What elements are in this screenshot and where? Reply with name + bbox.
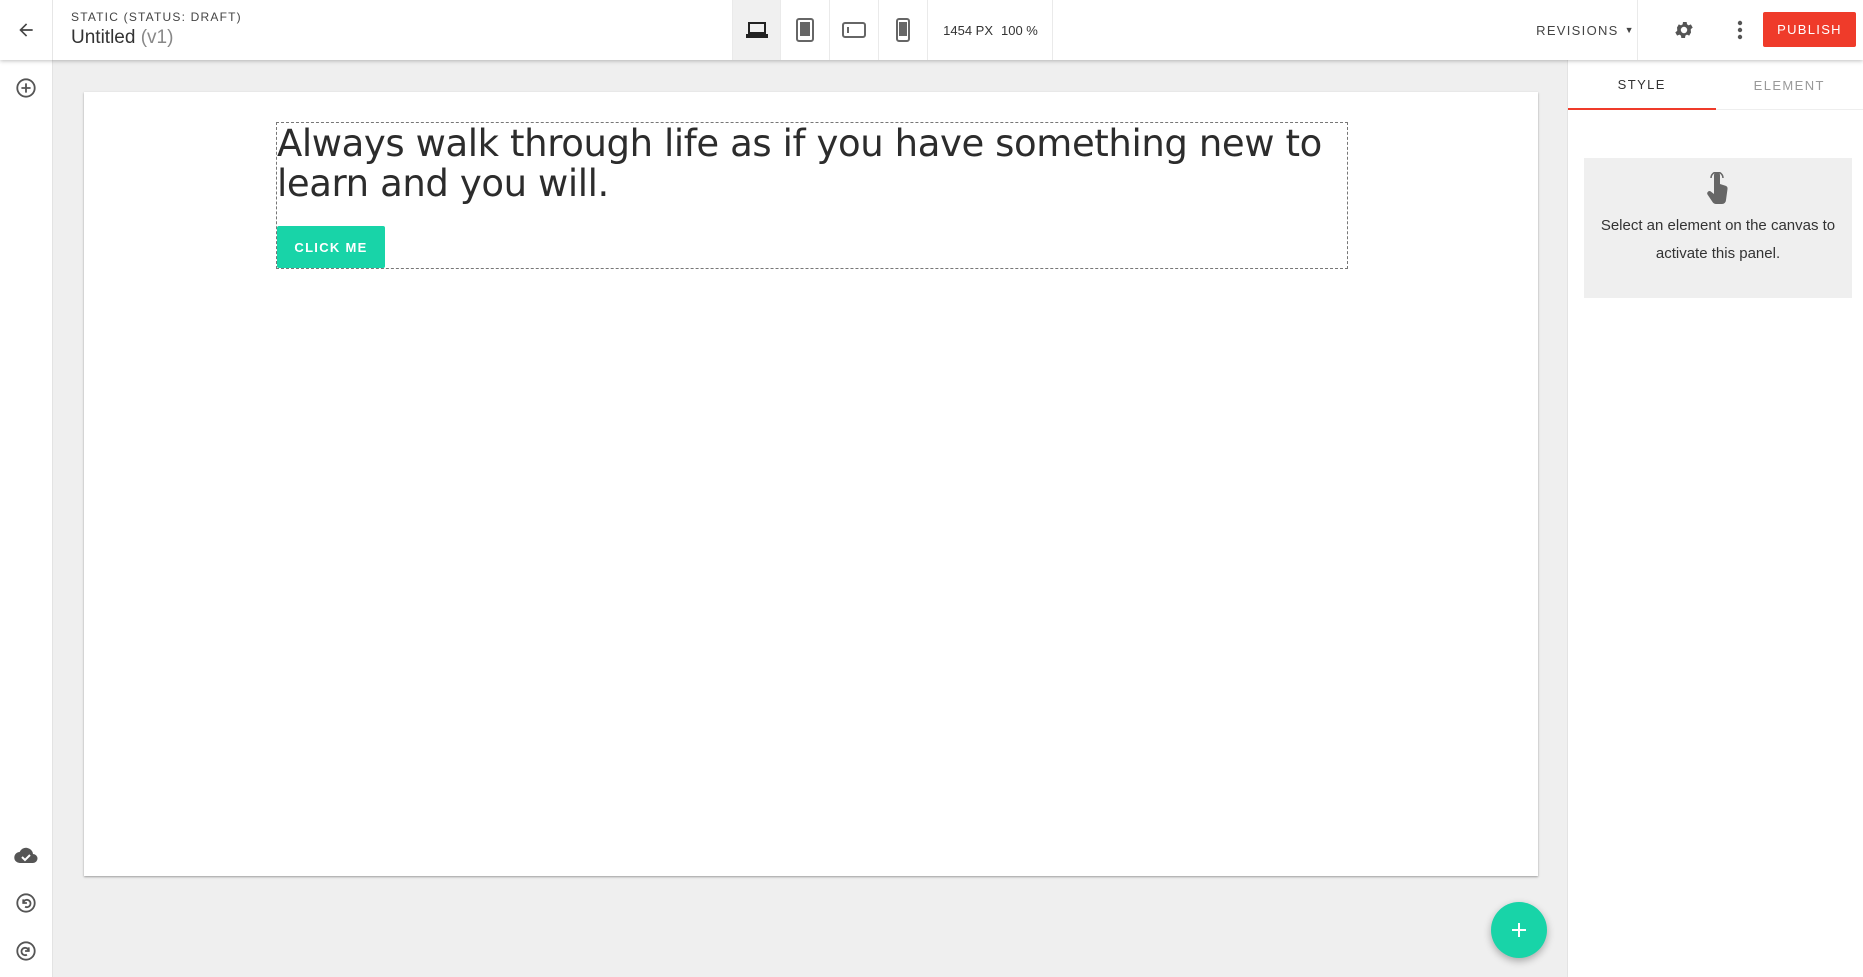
tab-element[interactable]: ELEMENT bbox=[1716, 60, 1863, 110]
device-phone-button[interactable] bbox=[879, 0, 928, 60]
version-text: (v1) bbox=[140, 27, 174, 48]
empty-state-message: Select an element on the canvas to activ… bbox=[1600, 217, 1836, 262]
gear-icon bbox=[1675, 22, 1693, 38]
top-toolbar: STATIC (STATUS: DRAFT) Untitled (v1) 145… bbox=[0, 0, 1863, 60]
more-options-button[interactable] bbox=[1726, 16, 1754, 44]
page-title[interactable]: Untitled (v1) bbox=[71, 27, 242, 49]
status-label: STATIC (STATUS: DRAFT) bbox=[71, 10, 242, 24]
device-switcher bbox=[732, 0, 928, 60]
add-block-button[interactable] bbox=[12, 74, 40, 102]
phone-icon bbox=[896, 18, 910, 42]
device-laptop-button[interactable] bbox=[732, 0, 781, 60]
settings-button[interactable] bbox=[1670, 16, 1698, 44]
empty-state-card: Select an element on the canvas to activ… bbox=[1584, 158, 1852, 298]
panel-tabs: STYLE ELEMENT bbox=[1568, 60, 1863, 110]
arrow-left-icon bbox=[19, 23, 33, 37]
revisions-label: REVISIONS bbox=[1536, 22, 1619, 38]
title-text: Untitled bbox=[71, 27, 136, 48]
revisions-dropdown[interactable]: REVISIONS ▼ bbox=[1534, 0, 1638, 60]
touch-hand-icon bbox=[1584, 172, 1852, 206]
caret-down-icon: ▼ bbox=[1624, 25, 1635, 35]
device-tablet-landscape-button[interactable] bbox=[830, 0, 879, 60]
plus-icon bbox=[1512, 923, 1526, 937]
width-readout: 1454 PX bbox=[943, 22, 993, 38]
add-circle-icon bbox=[16, 78, 36, 98]
properties-panel: STYLE ELEMENT Select an element on the c… bbox=[1567, 60, 1863, 977]
device-tablet-button[interactable] bbox=[781, 0, 830, 60]
undo-button[interactable] bbox=[12, 889, 40, 917]
laptop-icon bbox=[745, 22, 768, 38]
tablet-icon bbox=[796, 18, 814, 42]
more-vertical-icon bbox=[1737, 20, 1743, 40]
publish-button[interactable]: PUBLISH bbox=[1763, 12, 1856, 47]
cloud-saved-indicator bbox=[12, 842, 40, 870]
tab-style[interactable]: STYLE bbox=[1568, 60, 1716, 110]
add-element-fab[interactable] bbox=[1491, 902, 1547, 958]
tablet-landscape-icon bbox=[842, 22, 866, 38]
undo-icon bbox=[16, 893, 36, 913]
cloud-check-icon bbox=[14, 847, 38, 864]
hero-block[interactable]: Always walk through life as if you have … bbox=[276, 122, 1348, 269]
document-title-block: STATIC (STATUS: DRAFT) Untitled (v1) bbox=[71, 10, 242, 49]
click-me-button[interactable]: CLICK ME bbox=[277, 226, 385, 268]
redo-button[interactable] bbox=[12, 937, 40, 965]
redo-icon bbox=[16, 941, 36, 961]
left-rail bbox=[0, 60, 53, 977]
zoom-readout: 100 % bbox=[1001, 22, 1038, 38]
page-canvas[interactable]: Always walk through life as if you have … bbox=[84, 92, 1538, 876]
canvas-area[interactable]: Always walk through life as if you have … bbox=[54, 60, 1567, 977]
back-button[interactable] bbox=[0, 0, 53, 60]
hero-headline[interactable]: Always walk through life as if you have … bbox=[277, 124, 1347, 204]
viewport-readout: 1454 PX 100 % bbox=[929, 0, 1053, 60]
